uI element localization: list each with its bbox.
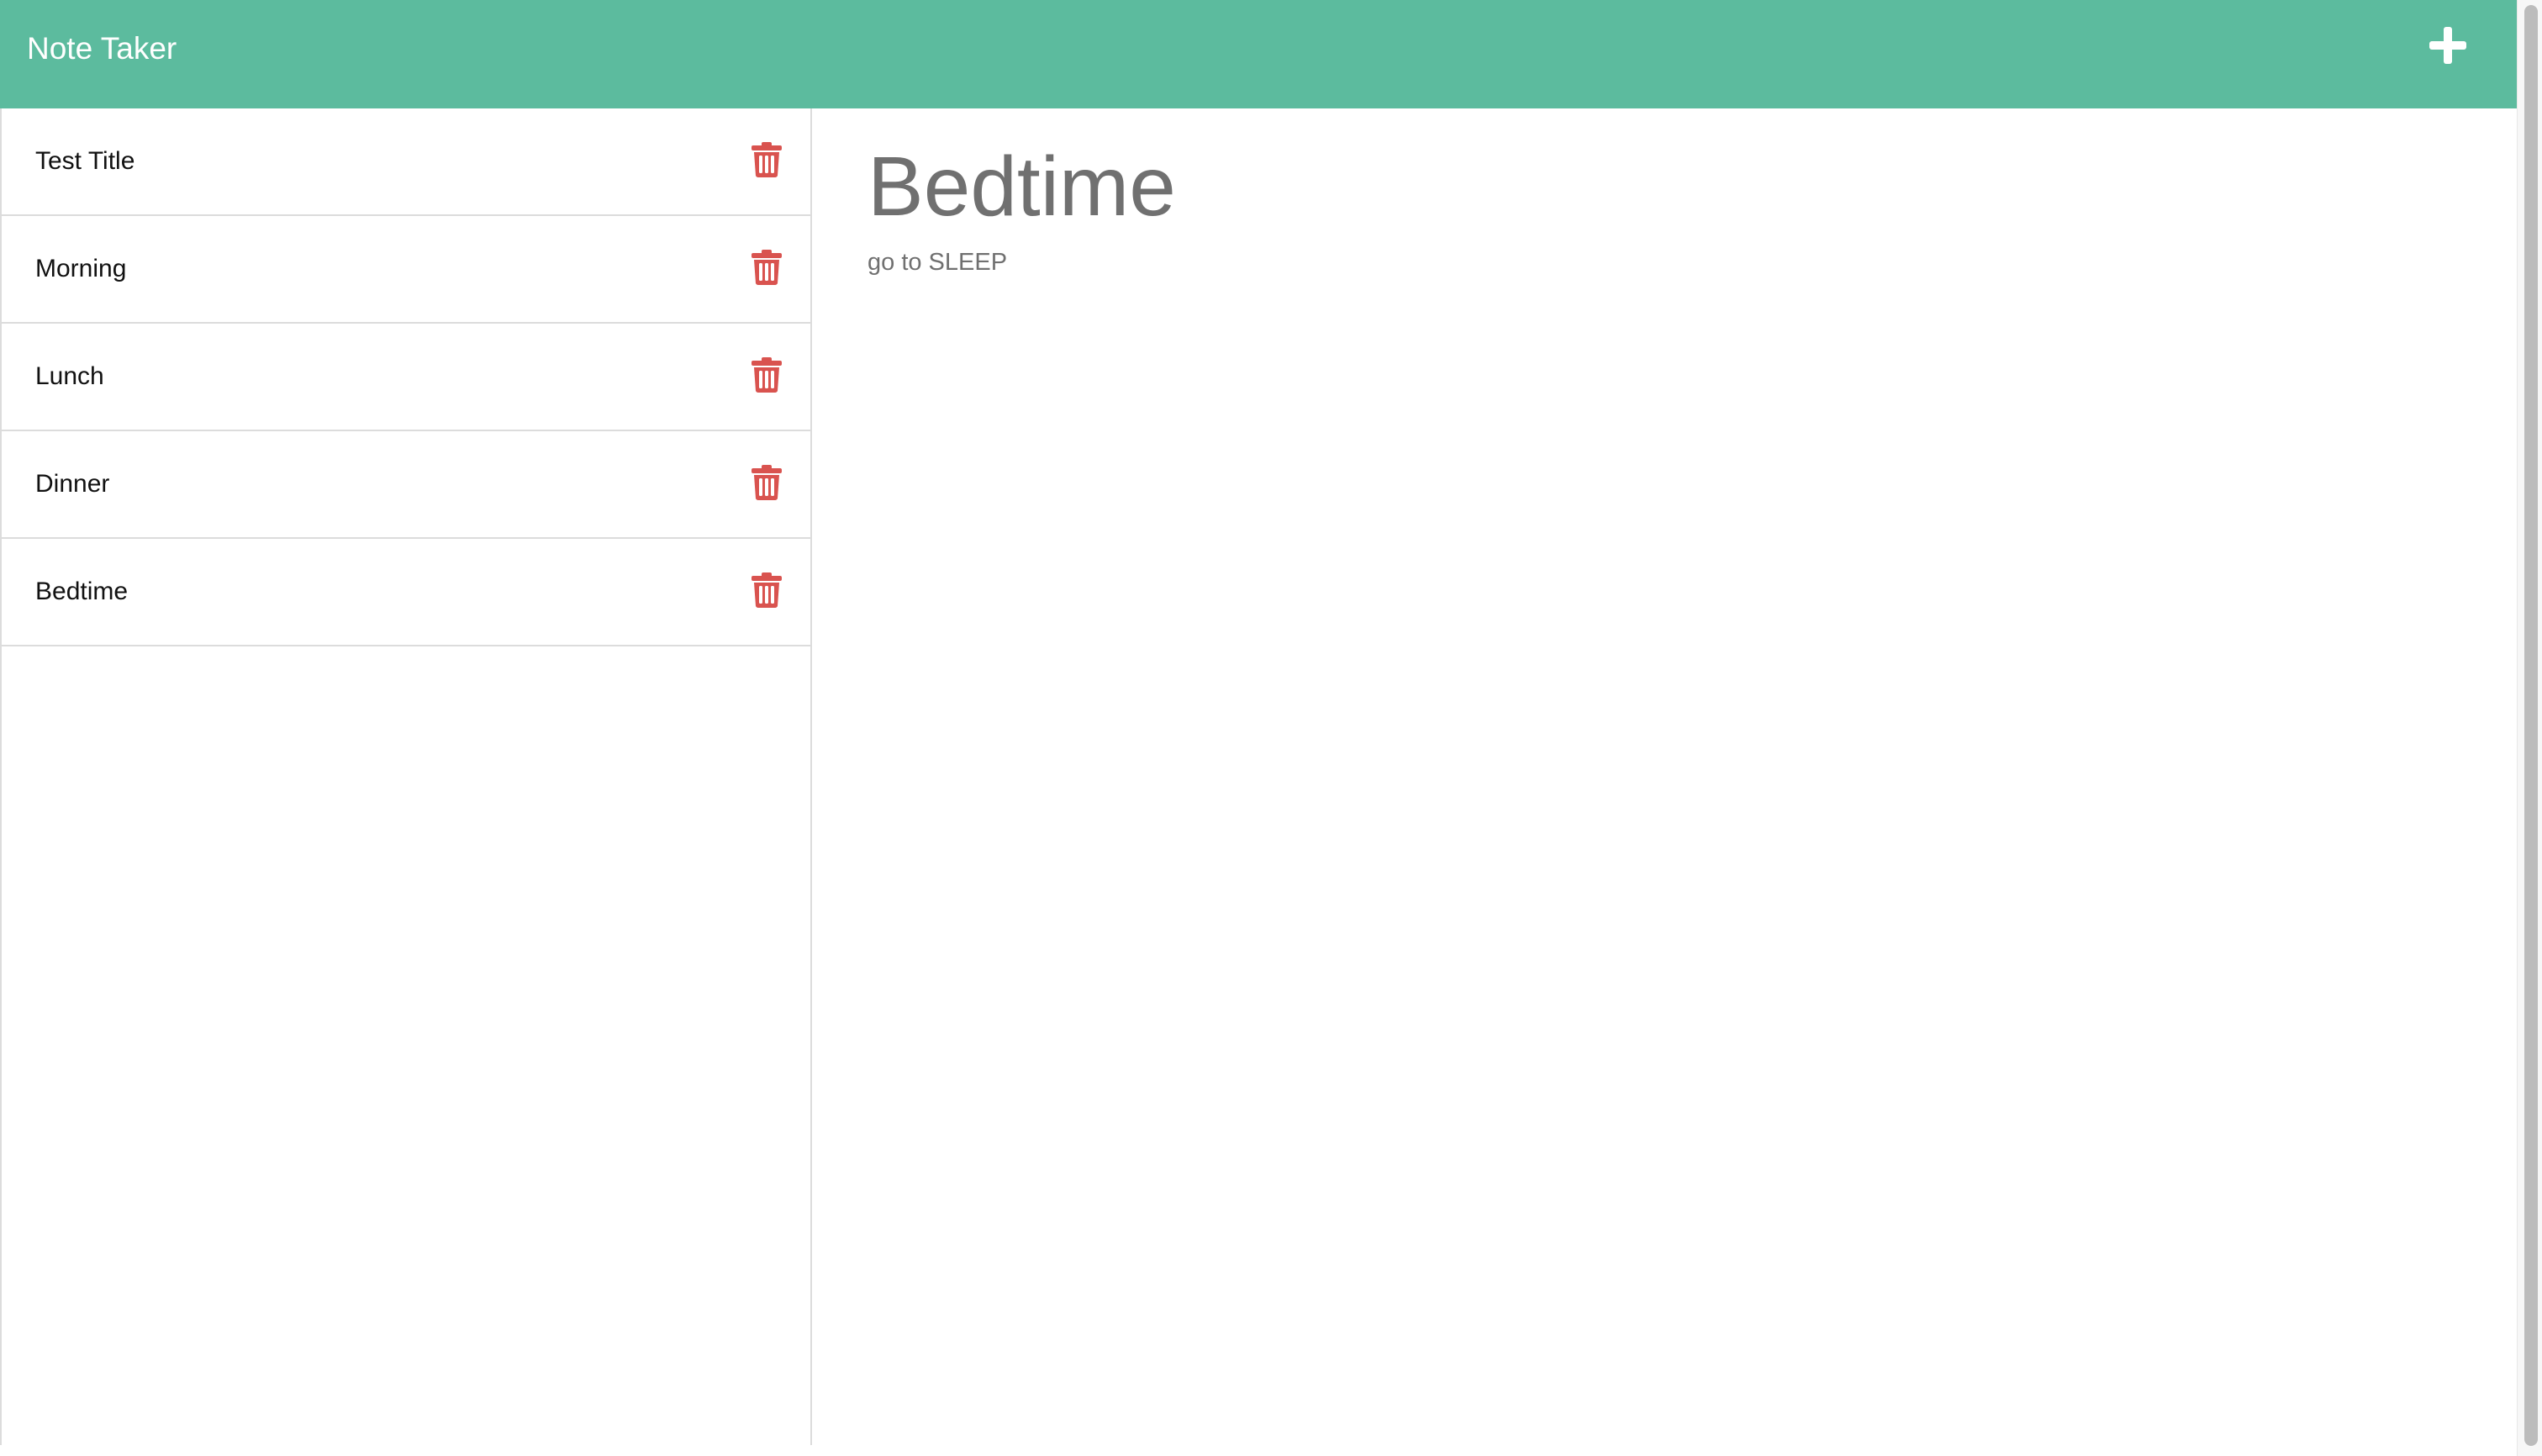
scrollbar-thumb[interactable] <box>2524 5 2538 1446</box>
trash-icon <box>752 465 782 500</box>
plus-icon <box>2429 27 2466 64</box>
note-list-item[interactable]: Test Title <box>2 108 810 216</box>
note-taker-app: Note Taker Test Title Morning Lunch Dinn… <box>0 0 2542 1456</box>
delete-note-button[interactable] <box>752 142 782 177</box>
note-list-item[interactable]: Dinner <box>2 431 810 539</box>
top-navbar: Note Taker <box>0 0 2517 108</box>
delete-note-button[interactable] <box>752 250 782 285</box>
delete-note-button[interactable] <box>752 357 782 393</box>
note-list-item[interactable]: Bedtime <box>2 539 810 646</box>
trash-icon <box>752 572 782 608</box>
notes-sidebar: Test Title Morning Lunch Dinner Bedtime <box>0 108 812 1445</box>
note-list: Test Title Morning Lunch Dinner Bedtime <box>2 108 810 646</box>
note-title[interactable]: Dinner <box>35 461 109 508</box>
note-list-item[interactable]: Morning <box>2 216 810 324</box>
new-note-button[interactable] <box>2421 18 2475 72</box>
trash-icon <box>752 357 782 393</box>
delete-note-button[interactable] <box>752 572 782 608</box>
note-text-field[interactable]: go to SLEEP <box>868 241 1007 283</box>
note-list-item[interactable]: Lunch <box>2 324 810 431</box>
page-scrollbar[interactable] <box>2517 0 2542 1456</box>
delete-note-button[interactable] <box>752 465 782 500</box>
trash-icon <box>752 142 782 177</box>
note-editor: Bedtime go to SLEEP <box>812 108 2517 1445</box>
note-title[interactable]: Lunch <box>35 353 104 400</box>
note-title[interactable]: Test Title <box>35 138 134 185</box>
note-title-field[interactable]: Bedtime <box>868 124 1176 250</box>
app-title[interactable]: Note Taker <box>27 25 177 72</box>
note-title[interactable]: Morning <box>35 245 126 293</box>
note-title[interactable]: Bedtime <box>35 568 128 615</box>
trash-icon <box>752 250 782 285</box>
